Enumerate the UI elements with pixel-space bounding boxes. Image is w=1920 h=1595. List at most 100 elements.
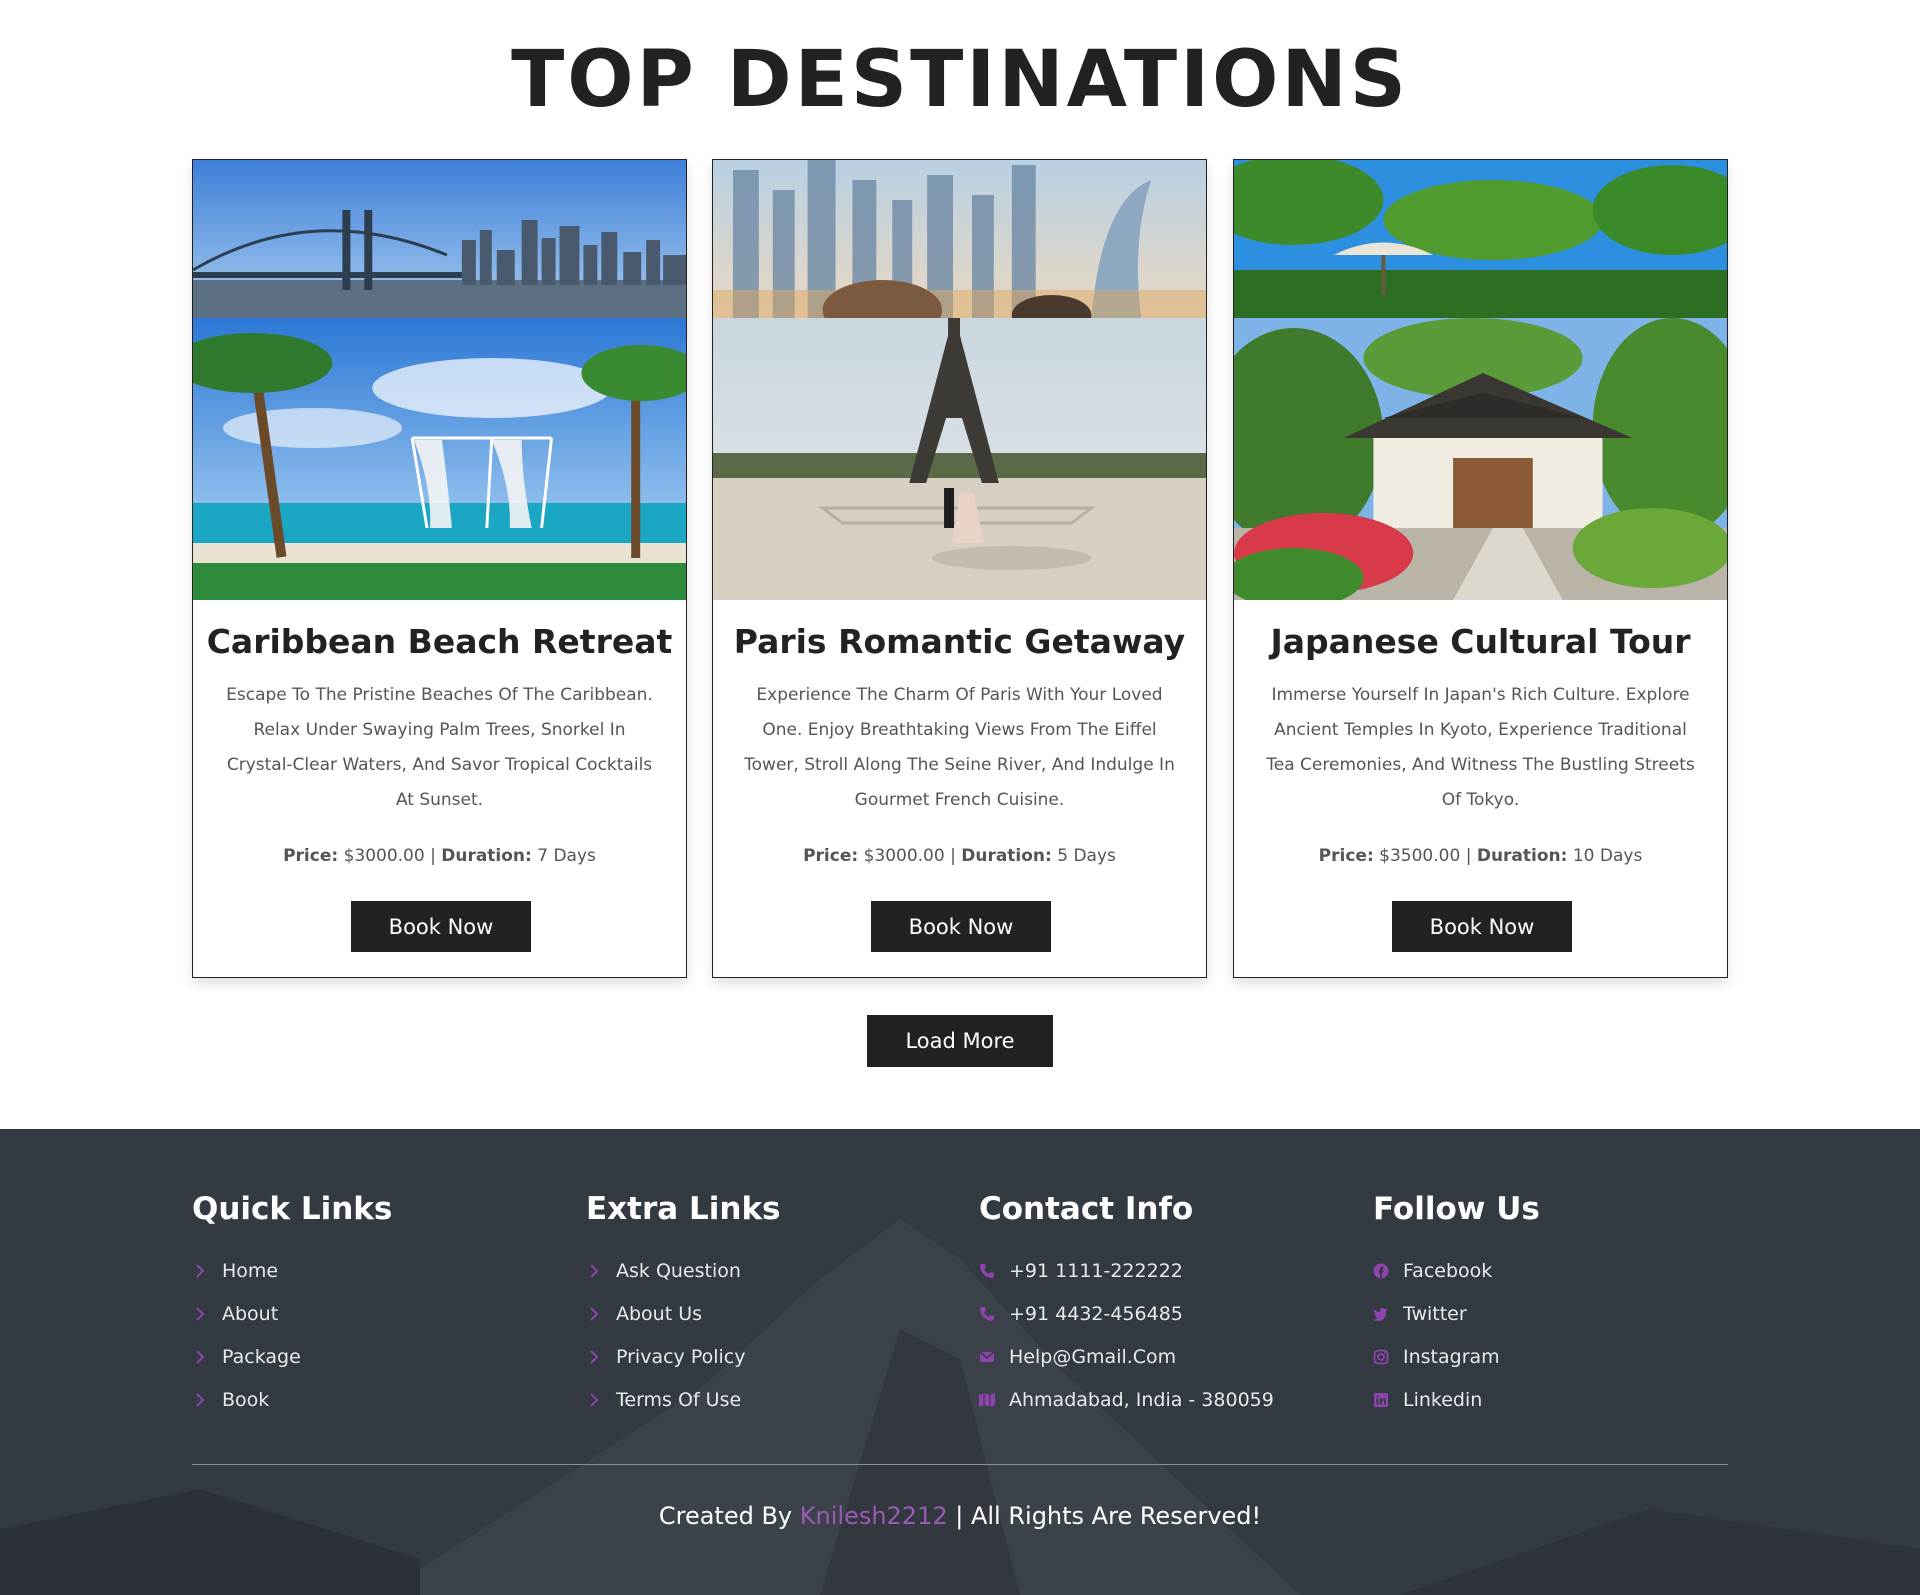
social-twitter[interactable]: Twitter [1373, 1292, 1733, 1335]
book-now-button[interactable]: Book Now [351, 901, 531, 952]
contact-address[interactable]: Ahmadabad, India - 380059 [979, 1378, 1339, 1421]
price-label: Price: [1318, 846, 1374, 866]
footer-link-label: Terms Of Use [616, 1388, 742, 1411]
contact-phone[interactable]: +91 4432-456485 [979, 1292, 1339, 1335]
contact-phone[interactable]: +91 1111-222222 [979, 1249, 1339, 1292]
card-image-top [193, 160, 686, 318]
site-footer: Quick Links Home About Package Book Extr… [0, 1129, 1920, 1595]
social-instagram[interactable]: Instagram [1373, 1335, 1733, 1378]
footer-heading: Quick Links [192, 1191, 393, 1227]
social-label: Linkedin [1403, 1388, 1483, 1411]
footer-link-label: Package [222, 1345, 301, 1368]
footer-follow-us: Follow Us Facebook Twitter Instagram Lin… [1373, 1191, 1733, 1421]
credit-prefix: Created By [658, 1502, 793, 1530]
social-linkedin[interactable]: Linkedin [1373, 1378, 1733, 1421]
footer-link-book[interactable]: Book [192, 1378, 552, 1421]
footer-link-label: About Us [616, 1302, 703, 1325]
destination-card: Japanese Cultural Tour Immerse Yourself … [1233, 159, 1728, 978]
meta-separator: | [950, 846, 956, 866]
footer-link-ask-question[interactable]: Ask Question [586, 1249, 946, 1292]
card-description: Experience The Charm Of Paris With Your … [744, 685, 1175, 810]
footer-link-about-us[interactable]: About Us [586, 1292, 946, 1335]
footer-link-label: Book [222, 1388, 270, 1411]
contact-text: Help@Gmail.Com [1009, 1345, 1177, 1368]
social-label: Twitter [1403, 1302, 1467, 1325]
phone-icon [979, 1261, 1001, 1281]
card-meta: Price: $3000.00 | Duration: 5 Days [713, 846, 1206, 866]
card-description: Immerse Yourself In Japan's Rich Culture… [1266, 685, 1695, 810]
card-image-paris [713, 318, 1206, 600]
footer-extra-links: Extra Links Ask Question About Us Privac… [586, 1191, 946, 1421]
contact-email[interactable]: Help@Gmail.Com [979, 1335, 1339, 1378]
card-image-top [1234, 160, 1727, 318]
footer-link-package[interactable]: Package [192, 1335, 552, 1378]
chevron-right-icon [586, 1261, 608, 1281]
map-icon [979, 1390, 1001, 1410]
footer-link-privacy-policy[interactable]: Privacy Policy [586, 1335, 946, 1378]
contact-text: +91 4432-456485 [1009, 1302, 1183, 1325]
book-now-button[interactable]: Book Now [1392, 901, 1572, 952]
chevron-right-icon [192, 1347, 214, 1367]
section-title: TOP DESTINATIONS [511, 35, 1409, 125]
card-description: Escape To The Pristine Beaches Of The Ca… [226, 685, 653, 810]
footer-heading: Extra Links [586, 1191, 781, 1227]
footer-heading: Contact Info [979, 1191, 1194, 1227]
envelope-icon [979, 1347, 1001, 1367]
chevron-right-icon [586, 1347, 608, 1367]
footer-quick-links: Quick Links Home About Package Book [192, 1191, 552, 1421]
price-label: Price: [283, 846, 339, 866]
card-meta: Price: $3500.00 | Duration: 10 Days [1234, 846, 1727, 866]
destination-card: Paris Romantic Getaway Experience The Ch… [712, 159, 1207, 978]
card-image-beach [193, 318, 686, 600]
footer-link-label: Home [222, 1259, 279, 1282]
facebook-icon [1373, 1261, 1395, 1281]
footer-link-about[interactable]: About [192, 1292, 552, 1335]
price-value: $3000.00 [863, 846, 945, 866]
footer-contact-info: Contact Info +91 1111-222222 +91 4432-45… [979, 1191, 1339, 1421]
chevron-right-icon [192, 1390, 214, 1410]
social-label: Instagram [1403, 1345, 1500, 1368]
chevron-right-icon [192, 1304, 214, 1324]
contact-text: +91 1111-222222 [1009, 1259, 1183, 1282]
credit-suffix: | All Rights Are Reserved! [955, 1502, 1262, 1530]
footer-heading: Follow Us [1373, 1191, 1540, 1227]
card-title: Caribbean Beach Retreat [206, 622, 673, 661]
footer-link-home[interactable]: Home [192, 1249, 552, 1292]
twitter-icon [1373, 1304, 1395, 1324]
duration-label: Duration: [1476, 846, 1568, 866]
card-image-top [713, 160, 1206, 318]
load-more-button[interactable]: Load More [867, 1015, 1053, 1067]
meta-separator: | [1465, 846, 1472, 866]
contact-text: Ahmadabad, India - 380059 [1009, 1388, 1274, 1411]
footer-link-terms[interactable]: Terms Of Use [586, 1378, 946, 1421]
social-facebook[interactable]: Facebook [1373, 1249, 1733, 1292]
chevron-right-icon [586, 1304, 608, 1324]
footer-link-label: Privacy Policy [616, 1345, 746, 1368]
duration-value: 7 Days [537, 846, 596, 866]
phone-icon [979, 1304, 1001, 1324]
footer-credit: Created By Knilesh2212 | All Rights Are … [0, 1502, 1920, 1530]
footer-divider [192, 1464, 1728, 1465]
chevron-right-icon [586, 1390, 608, 1410]
card-title: Paris Romantic Getaway [733, 622, 1186, 661]
duration-label: Duration: [961, 846, 1052, 866]
price-label: Price: [803, 846, 859, 866]
meta-separator: | [430, 846, 436, 866]
chevron-right-icon [192, 1261, 214, 1281]
price-value: $3000.00 [343, 846, 425, 866]
duration-value: 10 Days [1572, 846, 1643, 866]
instagram-icon [1373, 1347, 1395, 1367]
book-now-button[interactable]: Book Now [871, 901, 1051, 952]
price-value: $3500.00 [1379, 846, 1461, 866]
destination-card: Caribbean Beach Retreat Escape To The Pr… [192, 159, 687, 978]
linkedin-icon [1373, 1390, 1395, 1410]
card-title: Japanese Cultural Tour [1270, 622, 1691, 661]
footer-link-label: About [222, 1302, 279, 1325]
footer-link-label: Ask Question [616, 1259, 741, 1282]
duration-value: 5 Days [1057, 846, 1116, 866]
social-label: Facebook [1403, 1259, 1493, 1282]
duration-label: Duration: [441, 846, 532, 866]
credit-author-link[interactable]: Knilesh2212 [800, 1502, 948, 1530]
card-image-japan [1234, 318, 1727, 600]
card-meta: Price: $3000.00 | Duration: 7 Days [193, 846, 686, 866]
